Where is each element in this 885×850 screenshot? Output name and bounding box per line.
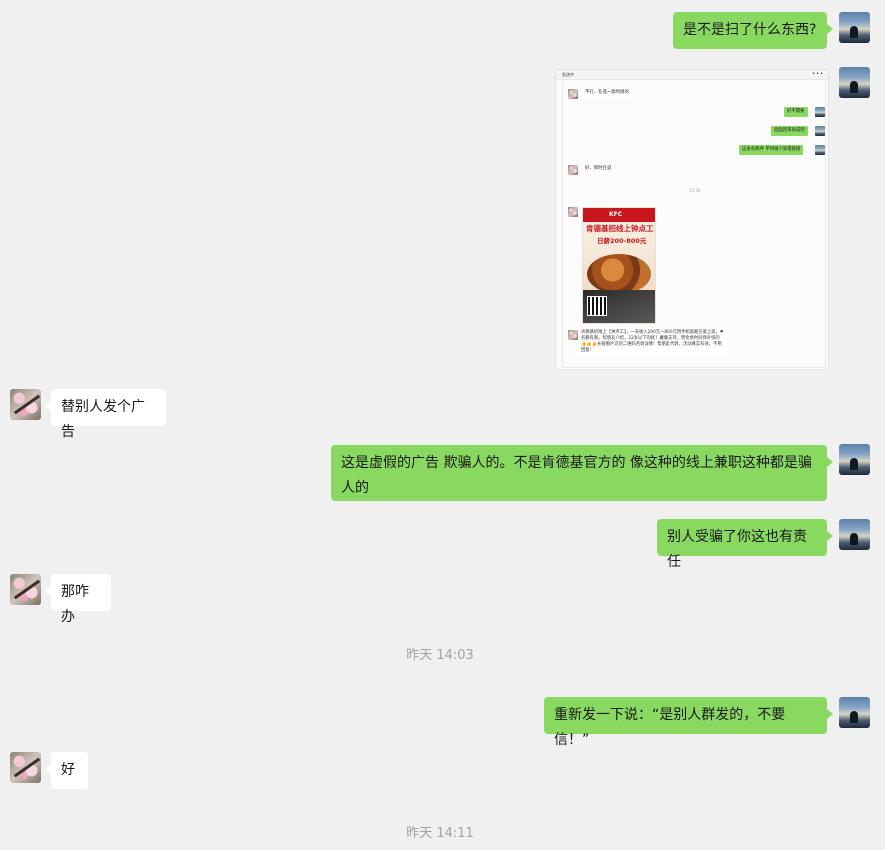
mini-avatar — [815, 145, 825, 155]
message-bubble-sent[interactable]: 重新发一下说：“是别人群发的，不要信！” — [544, 697, 833, 748]
embedded-title-bar: 发送中 ••• — [556, 70, 828, 80]
poster-pay: 日薪200-800元 — [597, 237, 647, 245]
embedded-chat: 不行，在选一款时尚的 好不需要 后面回来再说吧 这会有两件 平时很少穿搭链接 好… — [562, 82, 826, 368]
mini-timestamp: 15:56 — [689, 188, 701, 193]
more-icon: ••• — [812, 71, 824, 77]
message-bubble-sent[interactable]: 这是虚假的广告 欺骗人的。不是肯德基官方的 像这种的线上兼职这种都是骗人的 — [331, 445, 833, 501]
mini-avatar — [568, 89, 578, 99]
message-text: 别人受骗了你这也有责任 — [667, 529, 807, 570]
mini-message: 好不需要 — [784, 107, 808, 117]
mini-avatar — [568, 207, 578, 217]
my-avatar[interactable] — [839, 67, 870, 98]
message-text: 替别人发个广告 — [61, 399, 145, 440]
message-text: 那咋办 — [61, 584, 89, 625]
mini-avatar — [815, 126, 825, 136]
mini-avatar — [568, 330, 578, 340]
message-bubble-received[interactable]: 那咋办 — [45, 574, 111, 625]
embedded-title: 发送中 — [562, 72, 574, 77]
contact-avatar[interactable] — [10, 389, 41, 420]
message-text: 是不是扫了什么东西? — [683, 22, 817, 38]
contact-avatar[interactable] — [10, 574, 41, 605]
kfc-logo: KFC — [609, 211, 623, 218]
my-avatar[interactable] — [839, 519, 870, 550]
mini-message: 后面回来再说吧 — [771, 126, 808, 136]
contact-avatar[interactable] — [10, 752, 41, 783]
message-bubble-sent[interactable]: 是不是扫了什么东西? — [673, 12, 833, 49]
qr-code-icon — [587, 296, 607, 316]
message-text: 这是虚假的广告 欺骗人的。不是肯德基官方的 像这种的线上兼职这种都是骗人的 — [341, 455, 812, 496]
my-avatar[interactable] — [839, 444, 870, 475]
image-message[interactable]: 发送中 ••• 不行，在选一款时尚的 好不需要 后面回来再说吧 这会有两件 平时… — [555, 69, 829, 370]
timestamp: 昨天 14:03 — [406, 648, 474, 663]
timestamp: 昨天 14:11 — [406, 826, 474, 841]
mini-message: 这会有两件 平时很少穿搭链接 — [739, 145, 804, 155]
message-text: 好 — [61, 762, 75, 778]
message-bubble-sent[interactable]: 别人受骗了你这也有责任 — [657, 519, 833, 570]
mini-avatar — [568, 165, 578, 175]
mini-message: 好，到时在说 — [582, 164, 615, 174]
message-text: 重新发一下说：“是别人群发的，不要信！” — [554, 707, 786, 748]
poster-headline: 肯德基招线上钟点工 — [586, 224, 654, 233]
mini-message: 不行，在选一款时尚的 — [582, 88, 632, 98]
message-bubble-received[interactable]: 替别人发个广告 — [45, 389, 166, 440]
mini-message-ad-text: 肯德基招线上【钟点工】，一天收入200元—800元用手机就能在家上班。❤名额有限… — [578, 328, 728, 356]
mini-avatar — [815, 107, 825, 117]
message-bubble-received[interactable]: 好 — [45, 752, 88, 789]
my-avatar[interactable] — [839, 697, 870, 728]
kfc-ad-poster: KFC 肯德基招线上钟点工 日薪200-800元 — [582, 207, 656, 324]
fried-chicken-image — [587, 254, 651, 294]
my-avatar[interactable] — [839, 12, 870, 43]
